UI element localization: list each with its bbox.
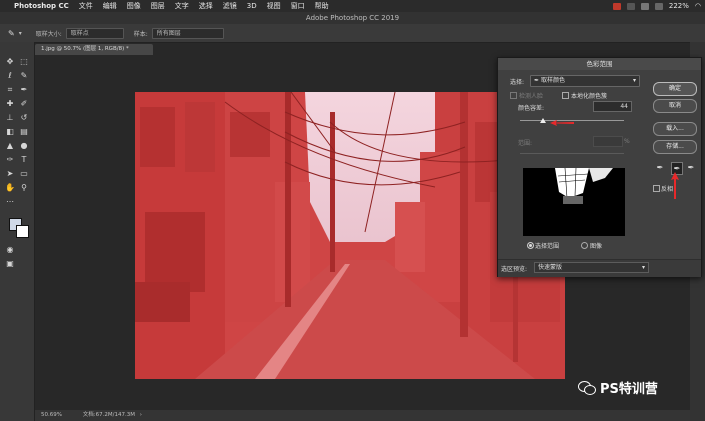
- fuzziness-slider-handle[interactable]: [539, 118, 546, 123]
- menu-filter[interactable]: 滤镜: [223, 1, 237, 11]
- status-bar: 50.69% 文档:67.2M/147.3M ›: [35, 410, 690, 421]
- history-brush-icon[interactable]: ↺: [19, 113, 29, 123]
- range-label: 范围:: [518, 140, 533, 147]
- eyedropper-icon[interactable]: ✒: [655, 163, 665, 173]
- brush-tool-icon[interactable]: ✐: [19, 99, 29, 109]
- selection-preview-label: 选区预览:: [501, 266, 528, 273]
- chevron-down-icon: ▾: [632, 77, 636, 84]
- zoom-level[interactable]: 50.69%: [41, 410, 81, 421]
- menu-file[interactable]: 文件: [79, 1, 93, 11]
- status-icon[interactable]: [626, 2, 635, 10]
- window-title: Adobe Photoshop CC 2019: [0, 12, 705, 24]
- lasso-tool-icon[interactable]: ℓ: [5, 71, 15, 81]
- tool-preset-chevron-icon[interactable]: ▾: [19, 30, 22, 37]
- selection-preview-value: 快速蒙版: [538, 264, 563, 271]
- move-tool-icon[interactable]: ✥: [5, 57, 15, 67]
- detect-faces-checkbox[interactable]: [510, 92, 517, 99]
- crop-tool-icon[interactable]: ⌗: [5, 85, 15, 95]
- eyedropper-icon: ✒: [534, 77, 540, 84]
- save-button[interactable]: 存储...: [653, 140, 697, 154]
- menu-3d[interactable]: 3D: [247, 2, 257, 10]
- pen-tool-icon[interactable]: ✑: [5, 155, 15, 165]
- status-icon[interactable]: [640, 2, 649, 10]
- eyedropper-tool-icon[interactable]: ✒: [19, 85, 29, 95]
- localized-clusters-checkbox[interactable]: [562, 92, 569, 99]
- eyedropper-tool-icon[interactable]: ✎: [8, 29, 15, 38]
- menu-select[interactable]: 选择: [199, 1, 213, 11]
- document-tab-label: 1.jpg @ 50.7% (图层 1, RGB/8) *: [41, 46, 129, 52]
- quick-select-tool-icon[interactable]: ✎: [19, 71, 29, 81]
- background-color-swatch[interactable]: [16, 225, 29, 238]
- watermark-text: PS特训营: [600, 381, 658, 397]
- wifi-icon[interactable]: ◠: [695, 2, 701, 10]
- select-dropdown[interactable]: ✒ 取样颜色 ▾: [530, 75, 640, 87]
- menu-type[interactable]: 文字: [175, 1, 189, 11]
- sample-size-label: 取样大小:: [35, 30, 62, 38]
- select-dropdown-value: 取样颜色: [540, 77, 565, 84]
- zoom-tool-icon[interactable]: ⚲: [19, 183, 29, 193]
- mask-preview: [523, 168, 625, 236]
- menu-layer[interactable]: 图层: [151, 1, 165, 11]
- selection-radio[interactable]: [527, 242, 534, 249]
- menu-help[interactable]: 帮助: [315, 1, 329, 11]
- status-menu-chevron-icon[interactable]: ›: [140, 412, 142, 418]
- subtract-from-sample-eyedropper-icon[interactable]: ✒: [686, 163, 696, 173]
- marquee-tool-icon[interactable]: ⬚: [19, 57, 29, 67]
- invert-label: 反相: [661, 186, 674, 193]
- hand-tool-icon[interactable]: ✋: [5, 183, 15, 193]
- range-slider-track: [520, 153, 624, 154]
- invert-checkbox[interactable]: [653, 185, 660, 192]
- sample-select[interactable]: 所有图层: [151, 27, 224, 39]
- selection-preview-thumbnail[interactable]: [523, 168, 625, 236]
- fuzziness-input[interactable]: 44: [593, 101, 632, 112]
- fuzziness-value: 44: [620, 103, 628, 110]
- fuzziness-label: 颜色容差:: [518, 105, 545, 112]
- load-button[interactable]: 载入...: [653, 122, 697, 136]
- stamp-tool-icon[interactable]: ⊥: [5, 113, 15, 123]
- status-icon[interactable]: [654, 2, 663, 10]
- document-tab[interactable]: 1.jpg @ 50.7% (图层 1, RGB/8) *: [35, 44, 153, 55]
- chevron-down-icon: ▾: [641, 264, 645, 271]
- localized-clusters-label: 本地化颜色簇: [571, 93, 608, 100]
- image-radio-label: 图像: [590, 243, 603, 250]
- options-bar: ✎ ▾ 取样大小: 取样点 样本: 所有图层: [0, 24, 705, 43]
- select-label: 选择:: [510, 79, 525, 86]
- cancel-button[interactable]: 取消: [653, 99, 697, 113]
- menu-bar: Photoshop CC 文件 编辑 图像 图层 文字 选择 滤镜 3D 视图 …: [0, 0, 705, 12]
- color-range-dialog: 色彩范围 选择: ✒ 取样颜色 ▾ 检测人脸 本地化颜色簇 颜色容差: 44 范…: [497, 57, 702, 277]
- ok-button[interactable]: 确定: [653, 82, 697, 96]
- healing-brush-icon[interactable]: ✚: [5, 99, 15, 109]
- screen-mode-icon[interactable]: ▣: [5, 259, 15, 269]
- image-radio[interactable]: [581, 242, 588, 249]
- menu-edit[interactable]: 编辑: [103, 1, 117, 11]
- blur-tool-icon[interactable]: ▲: [5, 141, 15, 151]
- gradient-tool-icon[interactable]: ▤: [19, 127, 29, 137]
- sample-label: 样本:: [133, 30, 148, 38]
- menu-image[interactable]: 图像: [127, 1, 141, 11]
- type-tool-icon[interactable]: T: [19, 155, 29, 165]
- more-tools-icon[interactable]: ⋯: [5, 197, 15, 207]
- annotation-arrow-left-icon: [550, 120, 574, 126]
- sample-size-select[interactable]: 取样点: [65, 27, 124, 39]
- quick-mask-icon[interactable]: ◉: [5, 245, 15, 255]
- battery-label[interactable]: 222%: [669, 2, 689, 10]
- document-size[interactable]: 文档:67.2M/147.3M: [83, 412, 135, 418]
- range-input: [593, 136, 623, 147]
- menu-view[interactable]: 视图: [267, 1, 281, 11]
- eraser-tool-icon[interactable]: ◧: [5, 127, 15, 137]
- tools-panel: ✥ ⬚ ℓ ✎ ⌗ ✒ ✚ ✐ ⊥ ↺ ◧ ▤ ▲ ● ✑ T ➤ ▭ ✋ ⚲ …: [0, 42, 35, 421]
- selection-radio-label: 选择范围: [535, 243, 560, 250]
- dodge-tool-icon[interactable]: ●: [19, 141, 29, 151]
- app-menu[interactable]: Photoshop CC: [14, 2, 69, 10]
- watermark: PS特训营: [578, 376, 698, 398]
- path-select-tool-icon[interactable]: ➤: [5, 169, 15, 179]
- detect-faces-label: 检测人脸: [519, 93, 544, 100]
- status-icon-red[interactable]: [612, 2, 621, 10]
- shape-tool-icon[interactable]: ▭: [19, 169, 29, 179]
- wechat-icon: [578, 380, 596, 395]
- range-unit: %: [624, 138, 630, 145]
- dialog-title: 色彩范围: [498, 58, 701, 70]
- selection-preview-select[interactable]: 快速蒙版 ▾: [534, 262, 649, 273]
- menu-window[interactable]: 窗口: [291, 1, 305, 11]
